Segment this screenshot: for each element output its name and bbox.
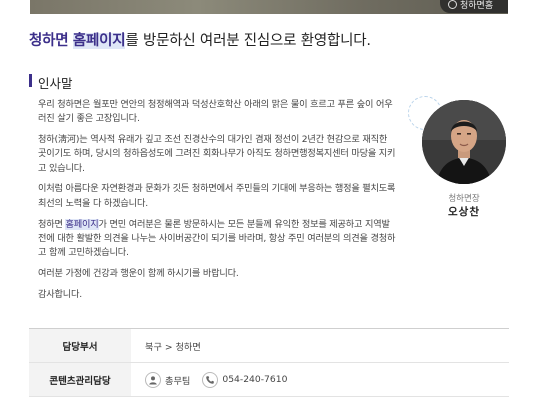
profile-name: 오상찬 xyxy=(448,206,480,218)
person-icon xyxy=(145,371,161,388)
greeting-paragraph: 여러분 가정에 건강과 행운이 함께 하시기를 바랍니다. xyxy=(38,267,239,279)
table-row: 콘텐츠관리담당 총무팀 054-240-7610 xyxy=(29,363,509,397)
greeting-text: 청하면 xyxy=(38,218,66,230)
greeting-paragraph: 우리 청하면은 월포만 연안의 청정해역과 덕성산호학산 아래의 맑은 물이 흐… xyxy=(38,99,393,125)
greeting-paragraph: 이처럼 아름다운 자연환경과 문화가 깃든 청하면에서 주민들의 기대에 부응하… xyxy=(38,183,396,209)
profile-photo xyxy=(422,100,506,184)
phone-icon xyxy=(202,371,219,388)
person-photo-icon xyxy=(422,100,506,184)
manager-team-name: 총무팀 xyxy=(165,375,191,387)
greeting-highlight: 홈페이지 xyxy=(65,218,99,230)
greeting-paragraph: 감사합니다. xyxy=(38,288,82,300)
manager-team: 총무팀 xyxy=(145,371,191,388)
welcome-rest: 를 방문하신 여러분 진심으로 환영합니다. xyxy=(125,33,371,49)
greeting-heading: 인사말 xyxy=(29,73,73,92)
greeting-paragraph: 청하(淸河)는 역사적 유래가 깊고 조선 진경산수의 대가인 겸재 정선이 2… xyxy=(38,134,396,174)
profile-role: 청하면장 xyxy=(448,194,480,204)
welcome-message: 청하면 홈페이지를 방문하신 여러분 진심으로 환영합니다. xyxy=(29,29,371,50)
home-icon xyxy=(448,0,457,9)
dept-label: 담당부서 xyxy=(29,329,131,362)
welcome-homepage: 홈페이지 xyxy=(72,33,126,49)
profile-photo-wrap xyxy=(408,96,506,184)
welcome-place: 청하면 xyxy=(29,33,69,49)
homepage-badge[interactable]: 청하면홈 xyxy=(440,0,508,13)
top-banner-image: 청하면홈 xyxy=(30,0,508,14)
homepage-badge-label: 청하면홈 xyxy=(460,1,494,11)
manager-label: 콘텐츠관리담당 xyxy=(29,363,131,396)
table-row: 담당부서 북구 > 청하면 xyxy=(29,329,509,363)
dept-value: 북구 > 청하면 xyxy=(145,341,201,353)
greeting-body: 우리 청하면은 월포만 연안의 청정해역과 덕성산호학산 아래의 맑은 물이 흐… xyxy=(38,98,396,309)
info-table: 담당부서 북구 > 청하면 콘텐츠관리담당 총무팀 054-240-7610 xyxy=(29,328,509,397)
manager-phone-number: 054-240-7610 xyxy=(222,374,288,385)
manager-phone[interactable]: 054-240-7610 xyxy=(202,371,288,388)
manager-value: 총무팀 054-240-7610 xyxy=(131,363,509,396)
greeting-paragraph: 청하면 홈페이지가 면민 여러분은 물론 방문하시는 모든 분들께 유익한 정보… xyxy=(38,218,396,261)
